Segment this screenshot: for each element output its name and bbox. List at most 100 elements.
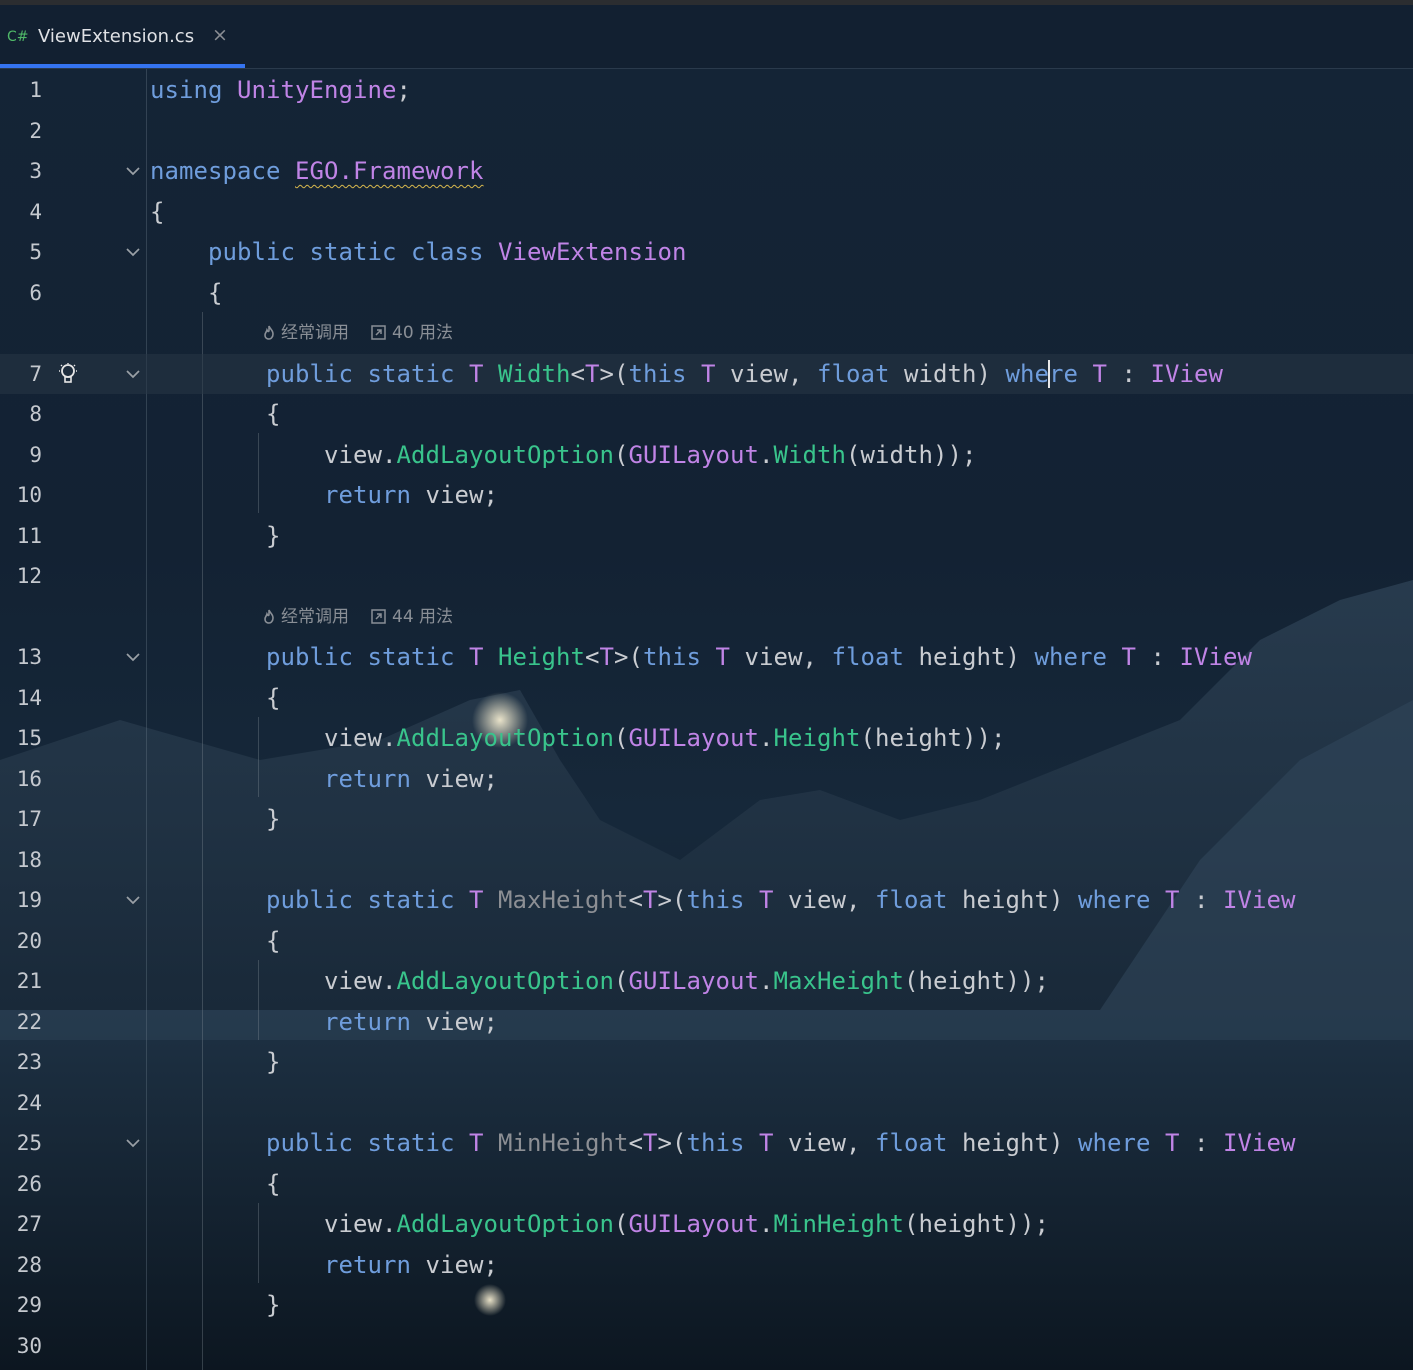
code-text[interactable]: public static T Height<T>(this T view, f… xyxy=(150,637,1252,677)
code-line-23[interactable]: 23 } xyxy=(0,1042,1413,1082)
code-line-19[interactable]: 19 public static T MaxHeight<T>(this T v… xyxy=(0,880,1413,920)
line-number[interactable]: 3 xyxy=(0,151,42,191)
line-number[interactable]: 14 xyxy=(0,678,42,718)
code-text[interactable]: { xyxy=(150,1164,281,1204)
line-number[interactable]: 18 xyxy=(0,840,42,880)
code-text[interactable]: return view; xyxy=(150,759,498,799)
code-editor[interactable]: 1 using UnityEngine; 2 3 namespace EGO.Frame… xyxy=(0,69,1413,1370)
code-line-12[interactable]: 12 xyxy=(0,556,1413,596)
usages-count-label[interactable]: 40 用法 xyxy=(392,323,453,343)
line-number[interactable]: 20 xyxy=(0,921,42,961)
line-number[interactable]: 12 xyxy=(0,556,42,596)
code-text[interactable]: using UnityEngine; xyxy=(150,70,411,110)
code-text[interactable]: return view; xyxy=(150,1245,498,1285)
line-number[interactable]: 6 xyxy=(0,273,42,313)
line-number[interactable]: 15 xyxy=(0,718,42,758)
line-number[interactable]: 9 xyxy=(0,435,42,475)
line-number[interactable]: 4 xyxy=(0,192,42,232)
code-text[interactable]: view.AddLayoutOption(GUILayout.Width(wid… xyxy=(150,435,977,475)
line-number[interactable]: 22 xyxy=(0,1002,42,1042)
line-number[interactable]: 23 xyxy=(0,1042,42,1082)
line-number[interactable]: 13 xyxy=(0,637,42,677)
code-line-29[interactable]: 29 } xyxy=(0,1285,1413,1325)
code-text[interactable]: { xyxy=(150,394,281,434)
line-number[interactable]: 7 xyxy=(0,354,42,394)
code-text[interactable]: { xyxy=(150,273,223,313)
code-text[interactable]: { xyxy=(150,921,281,961)
code-line-26[interactable]: 26 { xyxy=(0,1164,1413,1204)
code-line-8[interactable]: 8 { xyxy=(0,394,1413,434)
code-text[interactable]: public static class ViewExtension xyxy=(150,232,687,272)
code-text[interactable]: } xyxy=(150,799,281,839)
code-text[interactable]: namespace EGO.Framework xyxy=(150,151,484,191)
line-number[interactable]: 19 xyxy=(0,880,42,920)
close-icon[interactable]: × xyxy=(212,24,228,46)
code-text[interactable]: public static T MaxHeight<T>(this T view… xyxy=(150,880,1296,920)
line-number[interactable]: 25 xyxy=(0,1123,42,1163)
fold-chevron-down-icon[interactable] xyxy=(125,888,145,912)
code-text[interactable]: } xyxy=(150,516,281,556)
code-text[interactable]: public static T Width<T>(this T view, fl… xyxy=(150,354,1223,394)
line-number[interactable]: 1 xyxy=(0,70,42,110)
code-text[interactable]: } xyxy=(150,1042,281,1082)
code-line-15[interactable]: 15 view.AddLayoutOption(GUILayout.Height… xyxy=(0,718,1413,758)
code-line-24[interactable]: 24 xyxy=(0,1083,1413,1123)
line-number[interactable]: 8 xyxy=(0,394,42,434)
usages-count-label[interactable]: 44 用法 xyxy=(392,607,453,627)
code-line-4[interactable]: 4{ xyxy=(0,192,1413,232)
line-number[interactable]: 10 xyxy=(0,475,42,515)
code-line-9[interactable]: 9 view.AddLayoutOption(GUILayout.Width(w… xyxy=(0,435,1413,475)
code-line-5[interactable]: 5 public static class ViewExtension xyxy=(0,232,1413,272)
code-line-30[interactable]: 30 xyxy=(0,1326,1413,1366)
line-number[interactable]: 28 xyxy=(0,1245,42,1285)
line-number[interactable]: 30 xyxy=(0,1326,42,1366)
fold-chevron-down-icon[interactable] xyxy=(125,645,145,669)
code-line-10[interactable]: 10 return view; xyxy=(0,475,1413,515)
code-line-1[interactable]: 1 using UnityEngine; xyxy=(0,70,1413,110)
line-number[interactable]: 26 xyxy=(0,1164,42,1204)
lightbulb-icon[interactable] xyxy=(58,362,78,386)
line-number[interactable]: 11 xyxy=(0,516,42,556)
code-text[interactable]: { xyxy=(150,192,165,232)
fold-chevron-down-icon[interactable] xyxy=(125,240,145,264)
code-line-16[interactable]: 16 return view; xyxy=(0,759,1413,799)
code-text[interactable]: { xyxy=(150,678,281,718)
code-text[interactable]: } xyxy=(150,1285,281,1325)
code-line-21[interactable]: 21 view.AddLayoutOption(GUILayout.MaxHei… xyxy=(0,961,1413,1001)
code-text[interactable]: return view; xyxy=(150,475,498,515)
line-number[interactable]: 16 xyxy=(0,759,42,799)
code-text[interactable]: view.AddLayoutOption(GUILayout.MinHeight… xyxy=(150,1204,1049,1244)
code-line-13[interactable]: 13 public static T Height<T>(this T view… xyxy=(0,637,1413,677)
line-number[interactable]: 24 xyxy=(0,1083,42,1123)
line-number[interactable]: 27 xyxy=(0,1204,42,1244)
fold-chevron-down-icon[interactable] xyxy=(125,362,145,386)
code-line-6[interactable]: 6 { xyxy=(0,273,1413,313)
code-line-22[interactable]: 22 return view; xyxy=(0,1002,1413,1042)
code-text[interactable]: view.AddLayoutOption(GUILayout.Height(he… xyxy=(150,718,1006,758)
code-text[interactable]: return view; xyxy=(150,1002,498,1042)
code-line-20[interactable]: 20 { xyxy=(0,921,1413,961)
code-line-28[interactable]: 28 return view; xyxy=(0,1245,1413,1285)
code-line-27[interactable]: 27 view.AddLayoutOption(GUILayout.MinHei… xyxy=(0,1204,1413,1244)
code-line-18[interactable]: 18 xyxy=(0,840,1413,880)
line-number[interactable]: 21 xyxy=(0,961,42,1001)
code-line-2[interactable]: 2 xyxy=(0,111,1413,151)
line-number[interactable]: 5 xyxy=(0,232,42,272)
code-vision-hint-text[interactable]: 经常调用 40 用法 xyxy=(263,313,453,353)
code-vision-hint-text[interactable]: 经常调用 44 用法 xyxy=(263,597,453,637)
code-line-25[interactable]: 25 public static T MinHeight<T>(this T v… xyxy=(0,1123,1413,1163)
code-text[interactable]: view.AddLayoutOption(GUILayout.MaxHeight… xyxy=(150,961,1049,1001)
line-number[interactable]: 29 xyxy=(0,1285,42,1325)
code-token: ; xyxy=(396,76,411,104)
code-line-3[interactable]: 3 namespace EGO.Framework xyxy=(0,151,1413,191)
fold-chevron-down-icon[interactable] xyxy=(125,159,145,183)
code-line-17[interactable]: 17 } xyxy=(0,799,1413,839)
fold-chevron-down-icon[interactable] xyxy=(125,1131,145,1155)
code-line-14[interactable]: 14 { xyxy=(0,678,1413,718)
line-number[interactable]: 2 xyxy=(0,111,42,151)
code-text[interactable]: public static T MinHeight<T>(this T view… xyxy=(150,1123,1296,1163)
tab-viewextension-cs[interactable]: C# ViewExtension.cs × xyxy=(0,5,245,68)
line-number[interactable]: 17 xyxy=(0,799,42,839)
code-line-11[interactable]: 11 } xyxy=(0,516,1413,556)
code-line-7[interactable]: 7 public static T Width<T>(this T view, … xyxy=(0,353,1413,394)
